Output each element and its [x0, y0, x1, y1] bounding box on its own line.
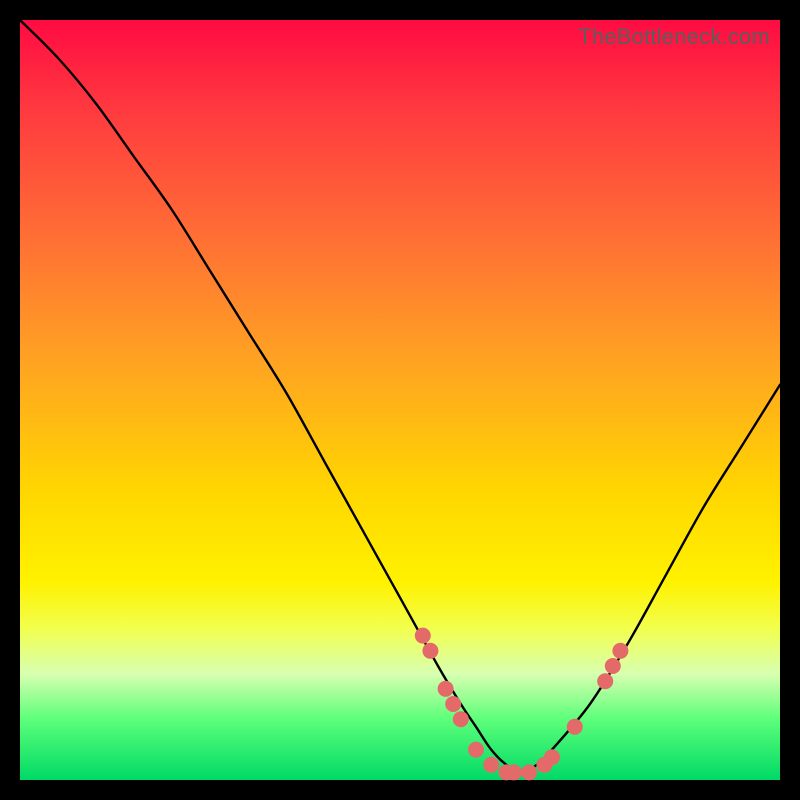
highlight-dot: [422, 643, 438, 659]
gradient-plot-area: TheBottleneck.com: [20, 20, 780, 780]
highlight-dot: [567, 719, 583, 735]
highlight-dot: [605, 658, 621, 674]
highlight-dot: [612, 643, 628, 659]
highlight-dots-group: [415, 628, 629, 781]
highlight-dot: [544, 749, 560, 765]
bottleneck-curve: [20, 20, 780, 772]
highlight-dot: [453, 711, 469, 727]
highlight-dot: [521, 764, 537, 780]
highlight-dot: [483, 757, 499, 773]
highlight-dot: [506, 764, 522, 780]
chart-svg: [20, 20, 780, 780]
highlight-dot: [438, 681, 454, 697]
highlight-dot: [445, 696, 461, 712]
highlight-dot: [415, 628, 431, 644]
highlight-dot: [468, 742, 484, 758]
highlight-dot: [597, 673, 613, 689]
